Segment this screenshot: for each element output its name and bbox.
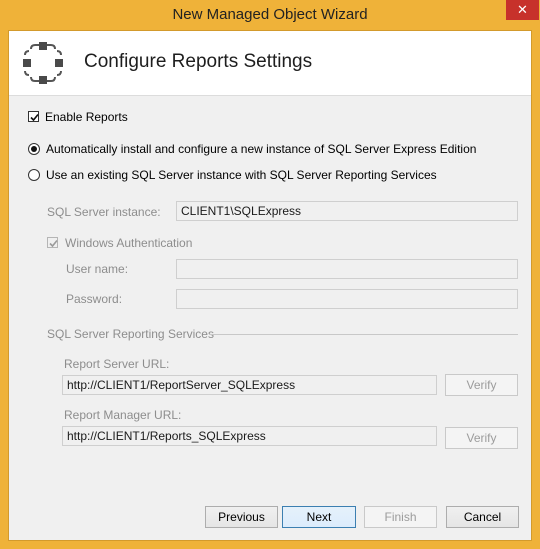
username-label: User name: (66, 262, 129, 276)
wizard-header: Configure Reports Settings (9, 31, 531, 96)
auto-install-label: Automatically install and configure a ne… (46, 142, 477, 156)
title-bar[interactable]: New Managed Object Wizard ✕ (0, 0, 540, 30)
use-existing-radio[interactable] (28, 169, 40, 181)
next-button[interactable]: Next (282, 506, 356, 528)
page-title: Configure Reports Settings (84, 51, 313, 72)
ssrs-group-divider (209, 334, 518, 335)
wizard-client-area: Configure Reports Settings Enable Report… (8, 30, 532, 541)
checkmark-icon (49, 239, 58, 248)
password-label: Password: (66, 292, 123, 306)
windows-auth-label: Windows Authentication (65, 236, 193, 250)
sql-instance-label: SQL Server instance: (47, 205, 161, 219)
cancel-button[interactable]: Cancel (446, 506, 519, 528)
report-manager-url-label: Report Manager URL: (64, 408, 182, 422)
sql-instance-field[interactable]: CLIENT1\SQLExpress (176, 201, 518, 221)
enable-reports-checkbox[interactable] (28, 111, 39, 122)
wizard-window: New Managed Object Wizard ✕ Configure Re… (0, 0, 540, 549)
verify-report-manager-button[interactable]: Verify (445, 427, 518, 449)
network-nodes-icon (21, 41, 65, 85)
radio-selected-dot (31, 146, 37, 152)
close-icon[interactable]: ✕ (506, 0, 539, 20)
ssrs-group-label: SQL Server Reporting Services (47, 327, 214, 341)
report-server-url-field[interactable]: http://CLIENT1/ReportServer_SQLExpress (62, 375, 437, 395)
username-field[interactable] (176, 259, 518, 279)
finish-button[interactable]: Finish (364, 506, 437, 528)
use-existing-label: Use an existing SQL Server instance with… (46, 168, 437, 182)
auto-install-radio[interactable] (28, 143, 40, 155)
report-manager-url-field[interactable]: http://CLIENT1/Reports_SQLExpress (62, 426, 437, 446)
report-server-url-label: Report Server URL: (64, 357, 170, 371)
enable-reports-label: Enable Reports (45, 110, 128, 124)
previous-button[interactable]: Previous (205, 506, 278, 528)
window-title: New Managed Object Wizard (172, 6, 368, 23)
windows-auth-checkbox[interactable] (47, 237, 58, 248)
checkmark-icon (30, 113, 39, 122)
password-field[interactable] (176, 289, 518, 309)
verify-report-server-button[interactable]: Verify (445, 374, 518, 396)
